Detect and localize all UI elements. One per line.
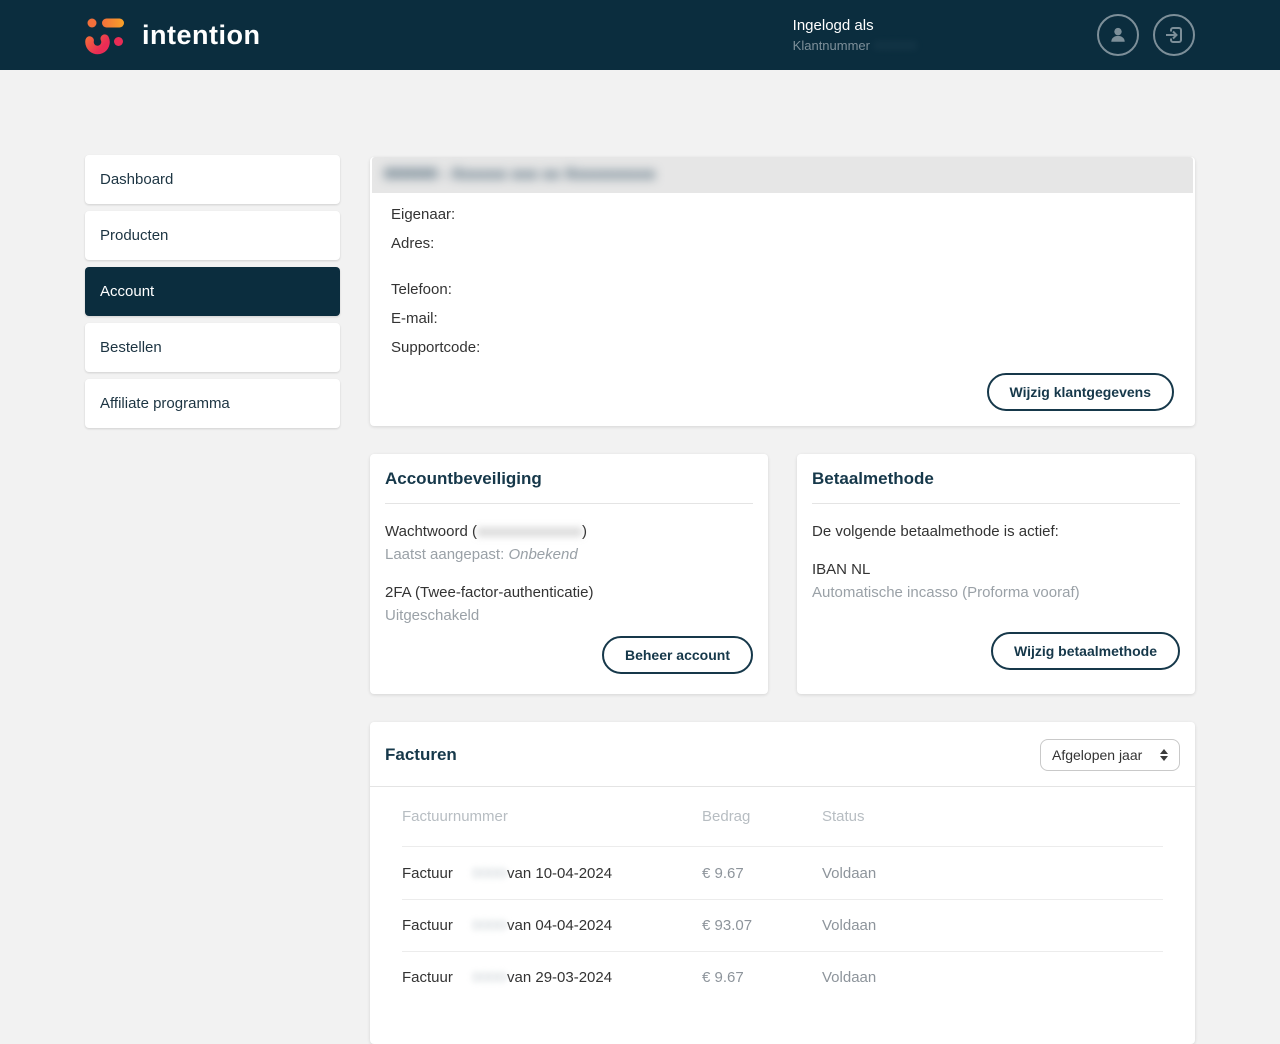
invoice-status: Voldaan (822, 917, 877, 934)
invoice-status: Voldaan (822, 864, 877, 882)
account-button[interactable] (1097, 14, 1139, 56)
invoices-card: Facturen Afgelopen jaar Factuurnummer Be… (370, 722, 1195, 1044)
customer-number-masked: 000000 (873, 38, 917, 53)
invoice-type: Factuur (402, 917, 453, 934)
invoice-date: van 10-04-2024 (507, 864, 613, 882)
logged-in-label: Ingelogd als (792, 17, 874, 34)
address-label: Adres: (391, 235, 435, 252)
invoice-number-masked: 00000 (472, 917, 507, 934)
invoice-amount: € 9.67 (702, 864, 744, 882)
invoice-row: Factuur 00000 van 29-03-2024 € 9.67 Vold… (402, 951, 1163, 1003)
sidebar-item-affiliate[interactable]: Affiliate programma (85, 379, 340, 428)
period-filter-value: Afgelopen jaar (1052, 747, 1143, 763)
password-masked: xxxxxxxxxxxxxx (476, 523, 582, 540)
invoice-number-masked: 00000 (472, 969, 507, 986)
sidebar-item-label: Affiliate programma (100, 395, 230, 412)
sidebar-item-bestellen[interactable]: Bestellen (85, 323, 340, 372)
invoice-row: Factuur 00000 van 04-04-2024 € 93.07 Vol… (402, 899, 1163, 951)
customer-title-masked: 000000 - Xxxxxx xxx xx Xxxxxxxxxx (384, 166, 656, 183)
invoice-amount: € 93.07 (702, 917, 753, 934)
edit-customer-button[interactable]: Wijzig klantgegevens (986, 373, 1174, 411)
col-status: Status (822, 808, 865, 825)
brand-logo[interactable]: intention (85, 15, 260, 55)
main-content: 000000 - Xxxxxx xxx xx Xxxxxxxxxx Eigena… (370, 155, 1195, 1044)
customer-card-title: 000000 - Xxxxxx xxx xx Xxxxxxxxxx (372, 157, 1193, 193)
payment-method: IBAN NL (812, 561, 871, 578)
tfa-status: Uitgeschakeld (385, 607, 480, 624)
manage-account-button[interactable]: Beheer account (601, 636, 753, 674)
sidebar-item-account[interactable]: Account (85, 267, 340, 316)
brand-icon (85, 15, 131, 55)
payment-method-detail: Automatische incasso (Proforma vooraf) (812, 584, 1080, 601)
invoice-type: Factuur (402, 969, 453, 986)
sidebar-item-label: Producten (100, 227, 169, 244)
sidebar-item-dashboard[interactable]: Dashboard (85, 155, 340, 204)
customer-number-label: Klantnummer 000000 (792, 38, 917, 53)
logout-button[interactable] (1153, 14, 1195, 56)
sidebar-item-label: Account (100, 283, 155, 300)
payment-card-title: Betaalmethode (812, 469, 934, 488)
invoice-amount: € 9.67 (702, 969, 744, 986)
col-number: Factuurnummer (402, 808, 508, 825)
password-last-changed: Laatst aangepast: Onbekend (385, 546, 578, 563)
invoices-title: Facturen (385, 745, 457, 764)
invoice-number-masked: 00000 (472, 864, 507, 882)
logout-icon (1163, 24, 1185, 46)
sidebar: Dashboard Producten Account Bestellen Af… (85, 155, 340, 1044)
sidebar-item-producten[interactable]: Producten (85, 211, 340, 260)
brand-name: intention (142, 19, 261, 50)
sidebar-item-label: Dashboard (100, 171, 174, 188)
user-icon (1107, 24, 1129, 46)
email-label: E-mail: (391, 310, 438, 327)
password-line: Wachtwoord (xxxxxxxxxxxxxx) (385, 523, 587, 540)
tfa-line: 2FA (Twee-factor-authenticatie) (385, 584, 594, 601)
phone-label: Telefoon: (391, 281, 452, 298)
invoice-status: Voldaan (822, 969, 877, 986)
security-card: Accountbeveiliging Wachtwoord (xxxxxxxxx… (370, 454, 768, 694)
invoice-row: Factuur 00000 van 10-04-2024 € 9.67 Vold… (402, 847, 1163, 899)
invoice-date: van 04-04-2024 (507, 917, 613, 934)
change-payment-button[interactable]: Wijzig betaalmethode (990, 632, 1180, 670)
payment-card: Betaalmethode De volgende betaalmethode … (797, 454, 1195, 694)
invoices-table-header: Factuurnummer Bedrag Status (402, 787, 1163, 847)
owner-label: Eigenaar: (391, 206, 456, 223)
supportcode-label: Supportcode: (391, 339, 481, 356)
security-card-title: Accountbeveiliging (385, 469, 542, 488)
select-arrows-icon (1160, 749, 1168, 761)
payment-active-line: De volgende betaalmethode is actief: (812, 523, 1059, 540)
invoices-table: Factuurnummer Bedrag Status Factuur 0000… (370, 787, 1195, 1003)
period-filter-select[interactable]: Afgelopen jaar (1040, 739, 1180, 771)
customer-card: 000000 - Xxxxxx xxx xx Xxxxxxxxxx Eigena… (370, 157, 1195, 426)
sidebar-item-label: Bestellen (100, 339, 162, 356)
col-amount: Bedrag (702, 808, 751, 825)
login-info: Ingelogd als Klantnummer 000000 (793, 17, 917, 53)
top-bar: intention Ingelogd als Klantnummer 00000… (0, 0, 1280, 70)
invoice-date: van 29-03-2024 (507, 969, 613, 986)
invoice-type: Factuur (402, 864, 453, 882)
